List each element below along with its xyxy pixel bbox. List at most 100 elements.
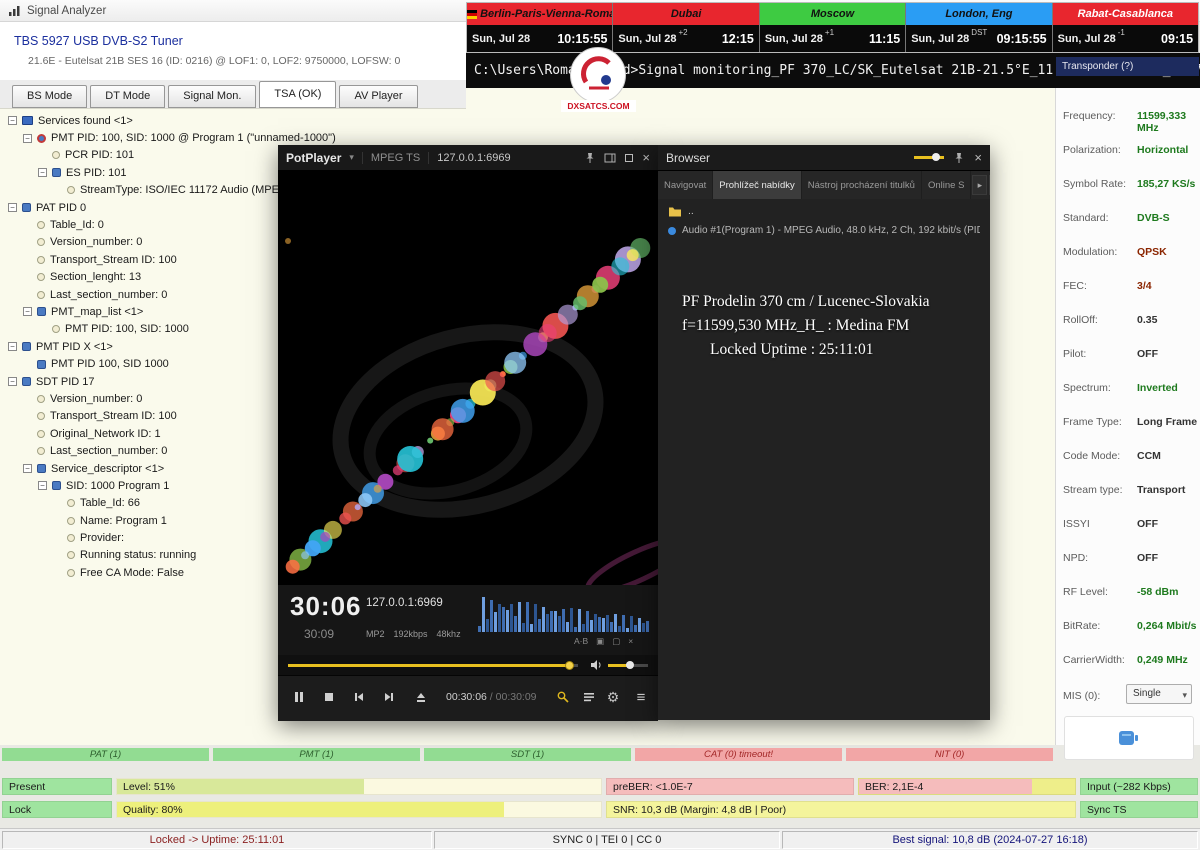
tree-item-label: Version_number: 0 (50, 393, 142, 405)
next-tabs-button[interactable]: ▸ (972, 175, 987, 195)
browser-tab[interactable]: Navigovat (658, 171, 713, 199)
menu-button[interactable]: ≡ (628, 684, 654, 710)
player-titlebar[interactable]: PotPlayer ▾ MPEG TS 127.0.0.1:6969 × (278, 145, 658, 171)
tree-expander[interactable]: − (38, 168, 47, 177)
speaker-icon[interactable] (590, 659, 603, 671)
volume-knob[interactable] (626, 661, 634, 669)
playlist-button[interactable] (576, 684, 602, 710)
tree-expander[interactable]: − (23, 134, 32, 143)
sidebar-row: Standard:DVB-S (1056, 202, 1199, 236)
tab-bs-mode[interactable]: BS Mode (12, 85, 87, 108)
eject-button[interactable] (408, 684, 434, 710)
search-button[interactable] (550, 684, 576, 710)
close-mini-icon[interactable]: × (628, 636, 633, 647)
tree-expander[interactable]: − (23, 307, 32, 316)
sidebar-row: Polarization:Horizontal (1056, 134, 1199, 168)
tree-expander[interactable]: − (8, 203, 17, 212)
sidebar-row: Code Mode:CCM (1056, 440, 1199, 474)
browser-titlebar[interactable]: Browser × (658, 145, 990, 171)
sidebar-row-label: Frequency: (1063, 110, 1116, 122)
tree-item-label: PMT PID: 100, SID: 1000 (65, 323, 189, 335)
player-app-name[interactable]: PotPlayer (286, 151, 341, 165)
status-best-signal: Best signal: 10,8 dB (2024-07-27 16:18) (782, 831, 1198, 849)
tree-item-label: Version_number: 0 (50, 236, 142, 248)
tree-node-icon (52, 325, 60, 333)
browser-tab[interactable]: Online S (922, 171, 971, 199)
sidebar-row: Modulation:QPSK (1056, 236, 1199, 270)
sidebar-row-value: QPSK (1137, 246, 1167, 258)
pin-icon[interactable] (585, 152, 595, 164)
tree-item[interactable]: − Services found <1> (4, 112, 464, 129)
level-meter: Level: 51% (116, 778, 602, 795)
volume-slider[interactable] (608, 664, 648, 667)
opacity-slider-knob[interactable] (932, 153, 940, 161)
player-info-panel: 30:06 30:09 127.0.0.1:6969 MP2 192kbps 4… (278, 585, 658, 655)
video-area[interactable] (278, 171, 658, 585)
tree-item-label: PMT PID 100, SID 1000 (51, 358, 169, 370)
browser-tab[interactable]: Nástroj procházení titulků (802, 171, 922, 199)
folder-up-row[interactable]: .. (658, 199, 990, 219)
psi-bar: SDT (1) (424, 748, 631, 761)
tab-tsa-ok-[interactable]: TSA (OK) (259, 81, 336, 108)
sidebar-row-label: Frame Type: (1063, 416, 1122, 428)
ab-repeat-button[interactable]: A·B (574, 636, 588, 647)
sidebar-row: RollOff:0.35 (1056, 304, 1199, 338)
osd-overlay: PF Prodelin 370 cm / Lucenec-Slovakiaf=1… (682, 290, 984, 362)
snr-meter: SNR: 10,3 dB (Margin: 4,8 dB | Poor) (606, 801, 1076, 818)
next-button[interactable] (376, 684, 402, 710)
stop-button[interactable] (316, 684, 342, 710)
sidebar-row: Spectrum:Inverted (1056, 372, 1199, 406)
dxsatcs-caption: DXSATCS.COM (561, 100, 636, 112)
list-item[interactable]: Audio #1(Program 1) - MPEG Audio, 48.0 k… (658, 219, 990, 238)
tab-dt-mode[interactable]: DT Mode (90, 85, 165, 108)
previous-button[interactable] (346, 684, 372, 710)
pin-icon[interactable] (954, 152, 964, 164)
tree-node-icon (37, 412, 45, 420)
chevron-down-icon: ▾ (1182, 686, 1187, 704)
tree-expander[interactable]: − (8, 116, 17, 125)
seek-slider[interactable] (288, 664, 578, 667)
sidebar-row-label: Stream type: (1063, 484, 1123, 496)
audio-item-label: Audio #1(Program 1) - MPEG Audio, 48.0 k… (682, 225, 980, 236)
tree-expander[interactable]: − (8, 342, 17, 351)
caret-down-icon[interactable]: ▾ (349, 152, 354, 163)
maximize-icon[interactable] (625, 154, 633, 162)
battery-icon (1118, 730, 1140, 746)
seek-knob[interactable] (565, 661, 574, 670)
pause-button[interactable] (286, 684, 312, 710)
browser-tab[interactable]: Prohlížeč nabídky (713, 171, 802, 199)
tab-av-player[interactable]: AV Player (339, 85, 417, 108)
tuner-info-panel: TBS 5927 USB DVB-S2 Tuner 21.6E - Eutels… (0, 22, 466, 81)
tree-expander[interactable]: − (23, 464, 32, 473)
tree-node-icon (22, 377, 31, 386)
tree-node-icon (37, 395, 45, 403)
preber-meter: preBER: <1.0E-7 (606, 778, 854, 795)
tree-item-label: PAT PID 0 (36, 202, 86, 214)
sidebar-row: CarrierWidth:0,249 MHz (1056, 644, 1199, 678)
bitrate-label: 192kbps (394, 629, 428, 639)
panel-icon[interactable] (604, 153, 616, 163)
tab-signal-mon-[interactable]: Signal Mon. (168, 85, 256, 108)
opacity-slider[interactable] (914, 156, 944, 159)
tree-expander[interactable]: − (38, 481, 47, 490)
close-icon[interactable]: × (974, 151, 982, 164)
spectrum-mini-buttons[interactable]: A·B ▣ ▢ × (574, 636, 633, 647)
box-filled-icon[interactable]: ▣ (596, 636, 604, 647)
potplayer-window: PotPlayer ▾ MPEG TS 127.0.0.1:6969 × 30:… (278, 145, 658, 720)
mis-dropdown[interactable]: Single ▾ (1126, 684, 1192, 704)
clock-zone-time-row: Sun, Jul 28+212:15 (613, 25, 758, 52)
tab-dropdown-button[interactable]: ▾ (989, 175, 990, 195)
settings-button[interactable]: ⚙ (600, 684, 626, 710)
clock-zone-name: Moscow (760, 3, 905, 25)
sidebar-row-value: 0.35 (1137, 314, 1157, 326)
stream-url-label: 127.0.0.1:6969 (366, 597, 443, 609)
tree-node-icon (37, 273, 45, 281)
tree-item-label: Services found <1> (38, 115, 133, 127)
box-empty-icon[interactable]: ▢ (612, 636, 620, 647)
player-controls: 00:30:06 / 00:30:09 ⚙ ≡ (278, 675, 658, 721)
tree-node-icon (37, 291, 45, 299)
close-icon[interactable]: × (642, 151, 650, 164)
sidebar-row-value: DVB-S (1137, 212, 1170, 224)
tree-expander[interactable]: − (8, 377, 17, 386)
signal-parameters-sidebar: Frequency:11599,333 MHzPolarization:Hori… (1055, 88, 1200, 745)
